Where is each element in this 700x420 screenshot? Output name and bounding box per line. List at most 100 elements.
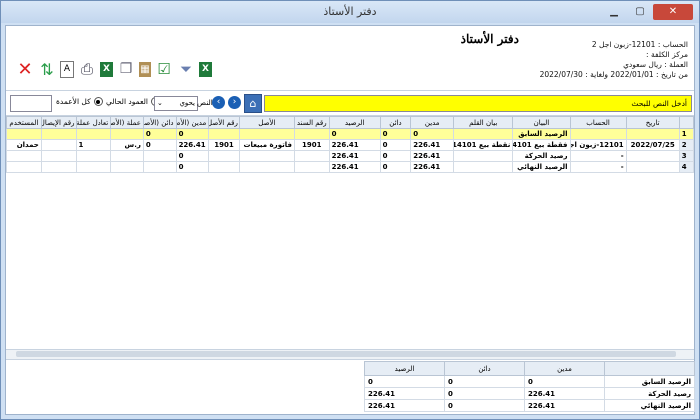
cell-voucher[interactable] <box>293 161 330 173</box>
minimize-button[interactable]: ▁ <box>601 4 627 20</box>
scrollbar-thumb[interactable] <box>16 351 676 357</box>
cell-o_debit[interactable]: 0 <box>175 128 210 140</box>
cell-o_debit[interactable]: 226.41 <box>175 139 210 151</box>
cell-credit[interactable]: 0 <box>379 150 412 162</box>
column-header[interactable]: رقم الإيصال <box>40 116 77 129</box>
maximize-button[interactable]: ▢ <box>627 4 653 20</box>
refresh-icon[interactable]: ⇅ <box>38 59 56 79</box>
table-row[interactable]: 1 الرصيد السابق 0 0 0 0 0 <box>6 128 695 140</box>
cell-account[interactable] <box>569 128 627 140</box>
cell-date[interactable] <box>625 128 680 140</box>
cell-receipt[interactable] <box>40 161 77 173</box>
column-header[interactable]: مدين (الأصل) <box>175 116 210 129</box>
current-column-radio[interactable]: العمود الحالي <box>106 97 160 106</box>
column-header[interactable]: رقم السند <box>293 116 330 129</box>
cell-voucher[interactable] <box>293 128 330 140</box>
row-number[interactable]: 4 <box>678 161 695 173</box>
column-header[interactable]: تعادل عملة الأصل <box>75 116 112 129</box>
cell-debit[interactable]: 226.41 <box>410 139 455 151</box>
excel-icon[interactable]: X <box>199 61 212 77</box>
radio-dot-selected[interactable] <box>93 97 103 106</box>
column-header[interactable]: عملة (الأصل) <box>110 116 144 129</box>
table-row[interactable]: 22022/07/2512101-زبون اجل 2فقطة بيع 1410… <box>6 139 695 151</box>
cell-credit[interactable]: 0 <box>379 139 412 151</box>
cell-o_cur[interactable]: ر.س <box>110 139 144 151</box>
cell-account[interactable]: - <box>569 161 627 173</box>
check-icon[interactable]: ☑ <box>155 59 173 79</box>
filter-icon[interactable]: ⏷ <box>177 59 195 79</box>
cell-o_rate[interactable]: 1 <box>75 139 112 151</box>
cell-balance[interactable]: 0 <box>328 128 381 140</box>
cell-o_cur[interactable] <box>110 128 144 140</box>
column-header[interactable]: تاريخ <box>625 116 680 129</box>
horizontal-scrollbar[interactable] <box>6 349 694 360</box>
document-icon[interactable]: A <box>60 60 74 78</box>
cell-origin_no[interactable] <box>208 161 240 173</box>
column-header[interactable]: البيان <box>512 116 571 129</box>
excel-icon[interactable]: X <box>100 61 113 77</box>
cell-desc[interactable]: الرصيد النهائي <box>512 161 571 173</box>
cell-origin[interactable] <box>238 161 295 173</box>
column-header[interactable]: رقم الأصل <box>208 116 240 129</box>
cell-desc[interactable]: رصيد الحركة <box>512 150 571 162</box>
column-header[interactable]: دائن <box>379 116 412 129</box>
next-button[interactable]: › <box>228 96 241 109</box>
cell-origin[interactable] <box>238 128 295 140</box>
search-extra-box[interactable] <box>10 95 52 112</box>
all-columns-radio[interactable]: كل الأعمدة <box>56 97 103 106</box>
home-icon[interactable]: ⌂ <box>244 94 262 113</box>
cell-origin_no[interactable] <box>208 150 240 162</box>
row-number[interactable]: 1 <box>678 128 695 140</box>
cell-balance[interactable]: 226.41 <box>328 139 381 151</box>
cell-debit[interactable]: 0 <box>410 128 455 140</box>
cell-balance[interactable]: 226.41 <box>328 150 381 162</box>
column-header[interactable]: مدين <box>410 116 455 129</box>
table-row[interactable]: 4- الرصيد النهائي 226.41 0 226.41 0 <box>6 161 695 173</box>
close-window-button[interactable]: ✕ <box>653 4 693 20</box>
cell-date[interactable]: 2022/07/25 <box>625 139 680 151</box>
cell-credit[interactable]: 0 <box>379 161 412 173</box>
cell-voucher[interactable] <box>293 150 330 162</box>
cell-receipt[interactable] <box>40 150 77 162</box>
cell-date[interactable] <box>625 150 680 162</box>
cell-o_credit[interactable] <box>142 161 177 173</box>
cell-user[interactable] <box>6 161 42 173</box>
cell-origin[interactable] <box>238 150 295 162</box>
cell-debit[interactable]: 226.41 <box>410 161 455 173</box>
row-number[interactable]: 2 <box>678 139 695 151</box>
cell-origin_no[interactable]: 1901 <box>208 139 240 151</box>
cell-o_credit[interactable] <box>142 150 177 162</box>
cell-desc[interactable]: الرصيد السابق <box>512 128 571 140</box>
cell-balance[interactable]: 226.41 <box>328 161 381 173</box>
copy-icon[interactable]: ❐ <box>117 59 135 79</box>
cell-voucher[interactable]: 1901 <box>293 139 330 151</box>
cell-account[interactable]: - <box>569 150 627 162</box>
cell-user[interactable] <box>6 128 42 140</box>
column-header[interactable]: الرصيد <box>328 116 381 129</box>
cell-o_rate[interactable] <box>75 150 112 162</box>
column-header[interactable]: بيان القلم <box>453 116 514 129</box>
cell-o_credit[interactable]: 0 <box>142 139 177 151</box>
cell-o_debit[interactable]: 0 <box>175 150 210 162</box>
column-header[interactable]: الأصل <box>238 116 295 129</box>
cell-user[interactable]: حمدان <box>6 139 42 151</box>
cell-receipt[interactable] <box>40 139 77 151</box>
cell-receipt[interactable] <box>40 128 77 140</box>
cell-o_cur[interactable] <box>110 161 144 173</box>
print-icon[interactable]: ⎙ <box>78 59 96 79</box>
prev-button[interactable]: ‹ <box>212 96 225 109</box>
cell-account[interactable]: 12101-زبون اجل 2 <box>569 139 627 151</box>
table-row[interactable]: 3- رصيد الحركة 226.41 0 226.41 0 <box>6 150 695 162</box>
column-header[interactable]: الحساب <box>569 116 627 129</box>
cell-date[interactable] <box>625 161 680 173</box>
cell-line[interactable] <box>453 161 514 173</box>
cell-credit[interactable]: 0 <box>379 128 412 140</box>
cell-user[interactable] <box>6 150 42 162</box>
cell-o_debit[interactable]: 0 <box>175 161 210 173</box>
close-icon[interactable]: ✕ <box>16 59 34 80</box>
search-input[interactable]: أدخل النص للبحث <box>264 95 692 112</box>
column-header[interactable]: دائن (الأصل) <box>142 116 177 129</box>
cell-origin_no[interactable] <box>208 128 240 140</box>
cell-origin[interactable]: فاتورة مبيعات <box>238 139 295 151</box>
cell-line[interactable] <box>453 128 514 140</box>
